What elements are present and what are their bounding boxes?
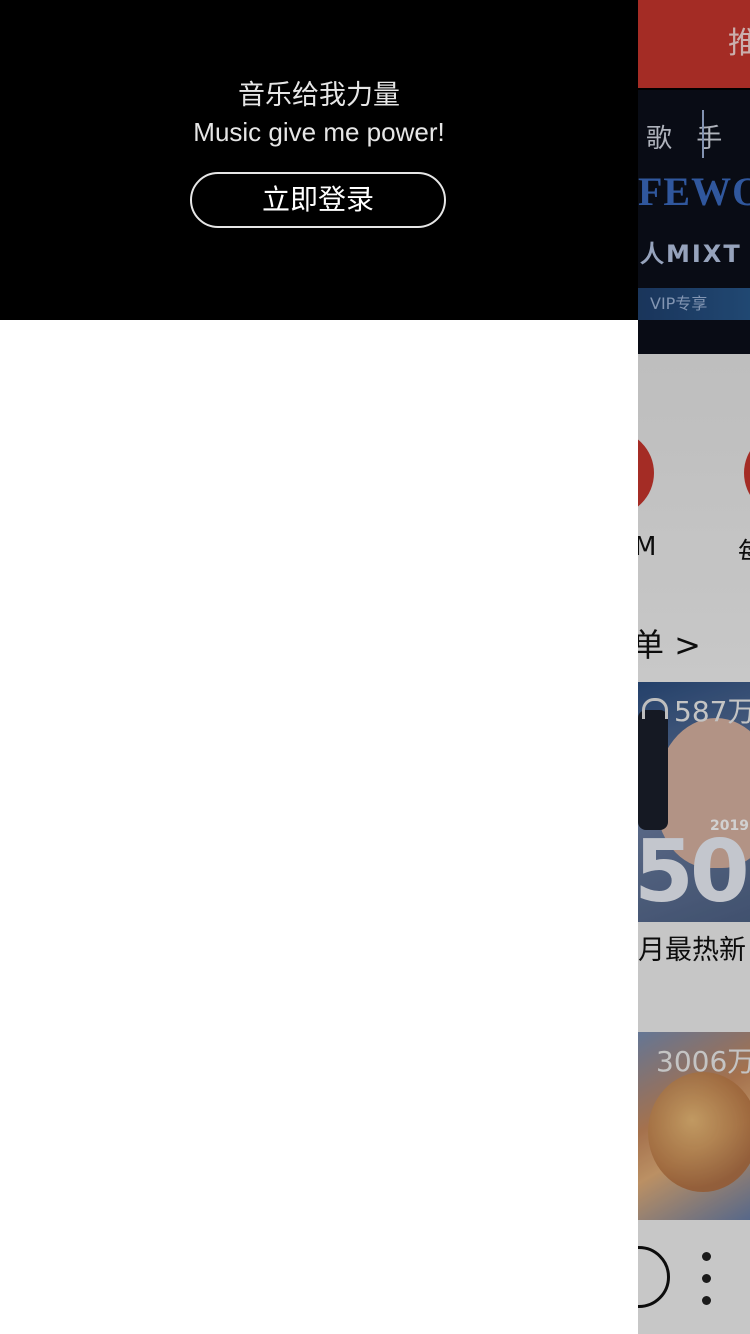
- playlist-card[interactable]: 3006万: [638, 1032, 750, 1220]
- slogan-chinese: 音乐给我力量: [238, 80, 400, 111]
- more-vertical-icon[interactable]: [702, 1252, 712, 1312]
- nav-fm-icon[interactable]: [638, 430, 654, 516]
- top-bar: 推: [638, 0, 750, 88]
- nav-fm-label: M: [638, 532, 657, 562]
- banner-line: [702, 110, 704, 158]
- nav-daily-label: 每: [738, 532, 750, 569]
- tab-recommend[interactable]: 推: [728, 26, 750, 62]
- cover-headphones: [638, 710, 668, 830]
- play-count: 587万: [674, 695, 750, 728]
- cover-art: [648, 1072, 750, 1192]
- drawer-header: 音乐给我力量 Music give me power! 立即登录: [0, 0, 638, 320]
- banner-title: FEWO: [638, 169, 750, 214]
- play-circle-icon[interactable]: [638, 1246, 670, 1308]
- play-count: 3006万: [656, 1045, 750, 1078]
- vip-badge: VIP专享: [638, 288, 750, 320]
- banner-mix-text: 人MIXT: [640, 240, 742, 268]
- login-button[interactable]: 立即登录: [190, 172, 446, 228]
- side-drawer: 音乐给我力量 Music give me power! 立即登录: [0, 0, 638, 1334]
- main-page-peek[interactable]: 推 歌 手 FEWO 人MIXT VIP专享 M 每 单 > 587万 50 2…: [638, 0, 750, 1334]
- banner-subtitle: 歌 手: [646, 124, 731, 154]
- banner-divider: [638, 88, 750, 90]
- playlist-card[interactable]: 587万 50 2019: [638, 682, 750, 922]
- headphone-icon: [642, 698, 668, 719]
- player-bar: [638, 1220, 750, 1334]
- slogan-english: Music give me power!: [193, 117, 445, 147]
- cover-big-number: 50: [638, 822, 750, 922]
- section-title[interactable]: 单 >: [638, 620, 701, 666]
- cover-year: 2019: [710, 818, 749, 834]
- nav-daily-icon[interactable]: [744, 430, 750, 516]
- playlist-title[interactable]: 月最热新: [638, 928, 746, 967]
- banner[interactable]: 歌 手 FEWO 人MIXT VIP专享: [638, 88, 750, 354]
